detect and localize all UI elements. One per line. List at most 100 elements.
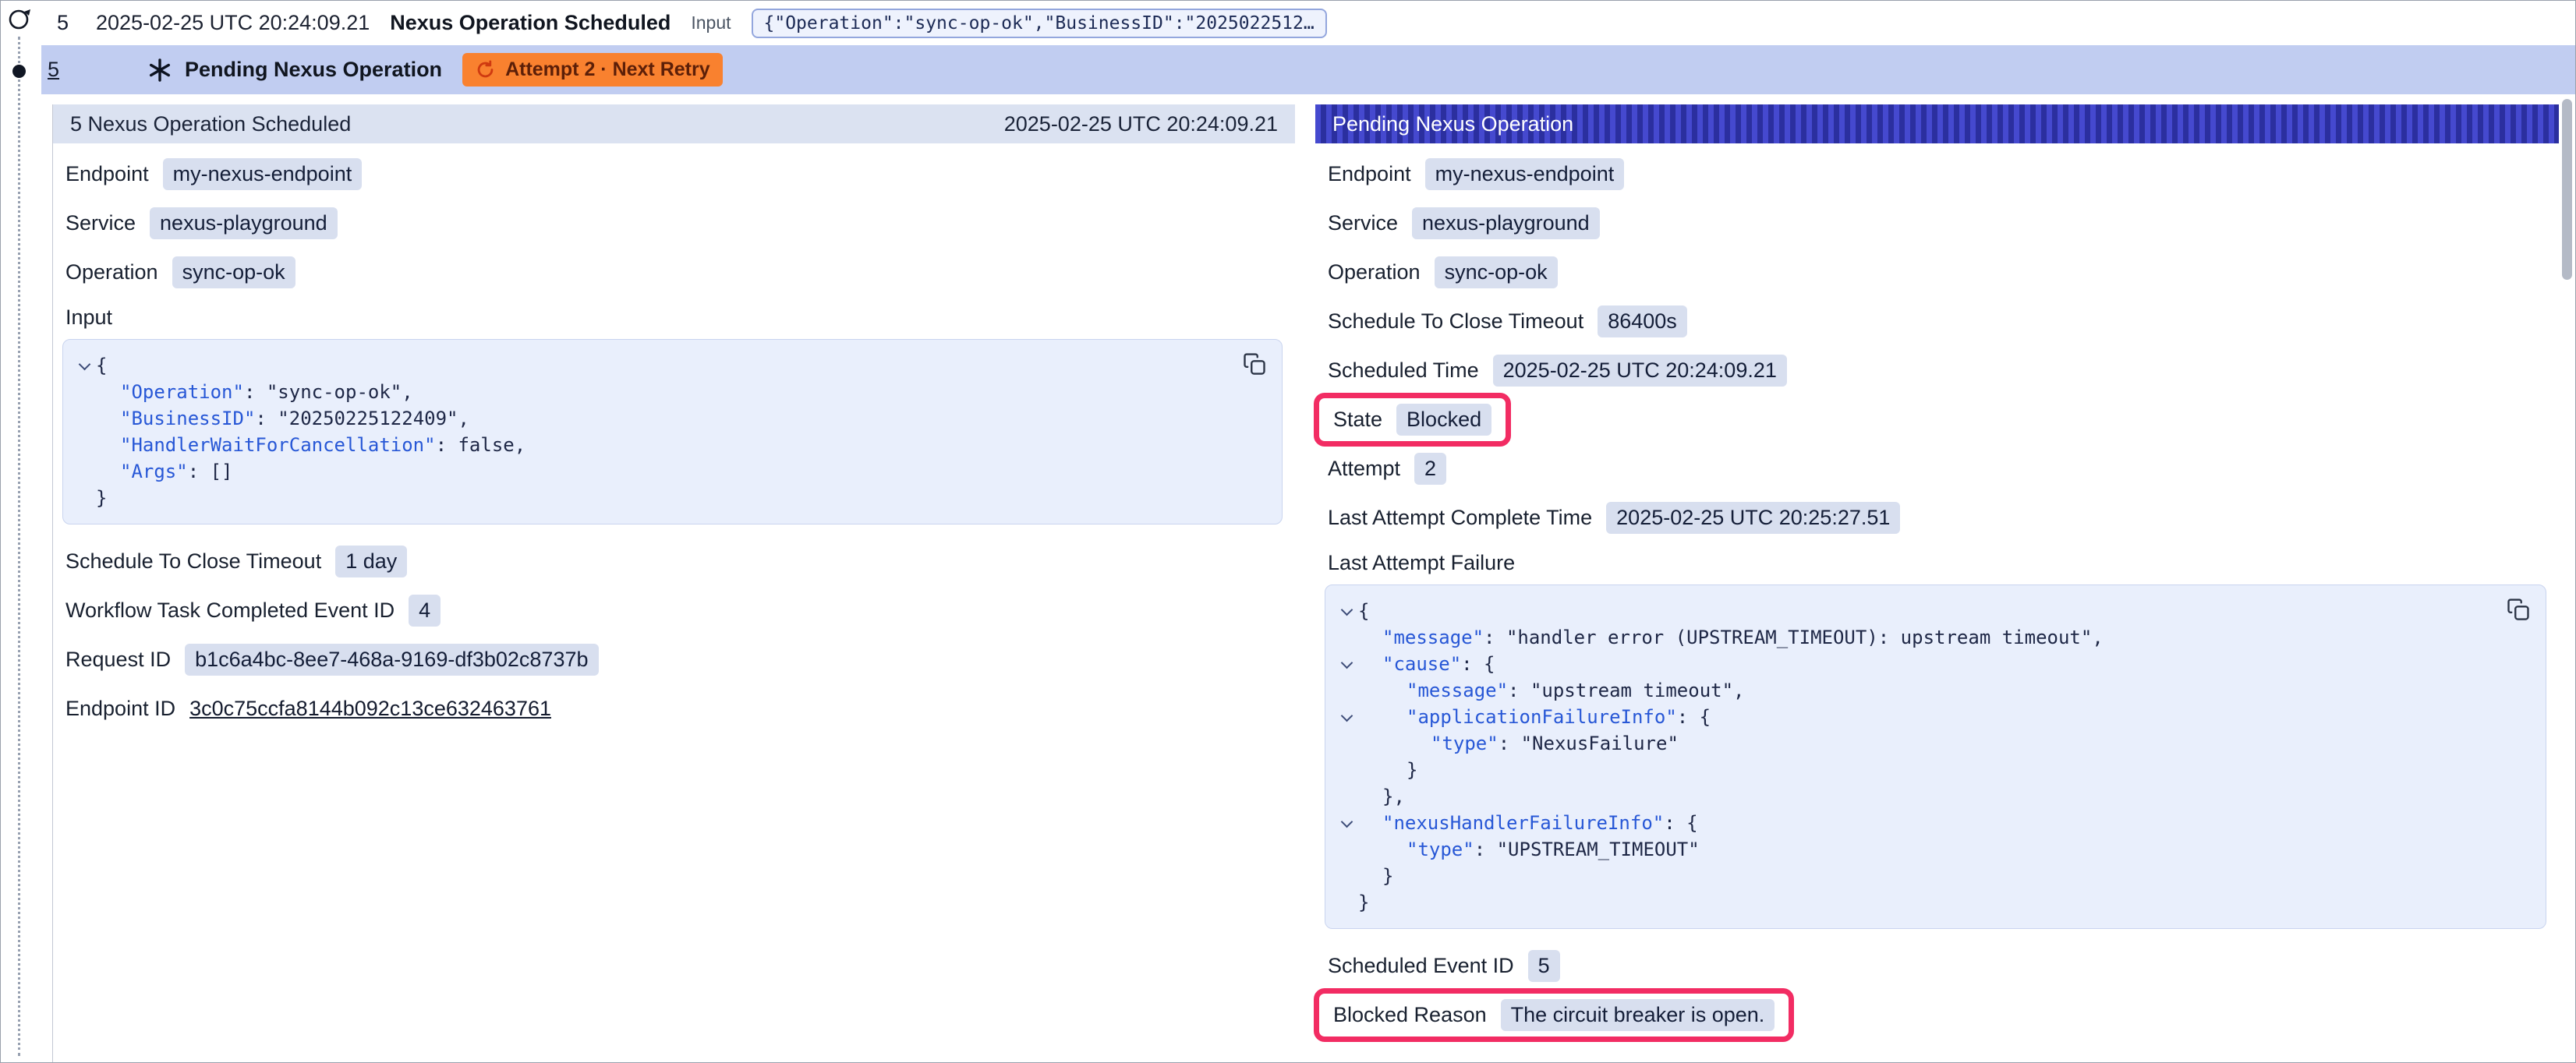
event-name: Nexus Operation Scheduled: [390, 11, 671, 35]
field-value-chip: 2025-02-25 UTC 20:25:27.51: [1606, 502, 1900, 534]
field-scheduled-time: Scheduled Time 2025-02-25 UTC 20:24:09.2…: [1315, 346, 2559, 395]
field-scheduled-event-id: Scheduled Event ID 5: [1315, 941, 2559, 991]
field-value-chip: sync-op-ok: [172, 256, 295, 288]
code-line: "type": "NexusFailure": [1335, 730, 2496, 757]
event-detail-area: 5 Nexus Operation Scheduled 2025-02-25 U…: [52, 104, 2575, 1063]
code-line: },: [1335, 783, 2496, 810]
pending-panel-body: Endpoint my-nexus-endpoint Service nexus…: [1315, 143, 2559, 1040]
field-endpoint: Endpoint my-nexus-endpoint: [53, 150, 1295, 199]
event-timestamp: 2025-02-25 UTC 20:24:09.21: [96, 11, 370, 35]
code-line: {: [1335, 598, 2496, 624]
copy-icon[interactable]: [1240, 349, 1269, 381]
code-line: "message": "upstream timeout",: [1335, 677, 2496, 704]
temporal-event-details-view: 5 2025-02-25 UTC 20:24:09.21 Nexus Opera…: [0, 0, 2576, 1063]
field-label: Last Attempt Failure: [1328, 551, 1515, 575]
code-line: "message": "handler error (UPSTREAM_TIME…: [1335, 624, 2496, 651]
field-label: Service: [1328, 211, 1398, 235]
scheduled-panel-header: 5 Nexus Operation Scheduled 2025-02-25 U…: [53, 104, 1295, 143]
blocked-reason-highlight-annotation: Blocked Reason The circuit breaker is op…: [1314, 988, 1794, 1042]
field-value-chip: nexus-playground: [1412, 207, 1600, 239]
field-label: Workflow Task Completed Event ID: [65, 599, 395, 623]
code-line: "applicationFailureInfo": {: [1335, 704, 2496, 730]
field-operation: Operation sync-op-ok: [1315, 248, 2559, 297]
field-operation: Operation sync-op-ok: [53, 248, 1295, 297]
field-label: Endpoint ID: [65, 697, 175, 721]
pending-event-name: Pending Nexus Operation: [185, 58, 442, 82]
field-value-chip: nexus-playground: [150, 207, 338, 239]
field-value-chip: sync-op-ok: [1435, 256, 1558, 288]
field-label: Operation: [65, 260, 158, 284]
field-last-attempt-complete-time: Last Attempt Complete Time 2025-02-25 UT…: [1315, 493, 2559, 542]
field-service: Service nexus-playground: [53, 199, 1295, 248]
field-endpoint-id: Endpoint ID 3c0c75ccfa8144b092c13ce63246…: [53, 684, 1295, 733]
workflow-start-icon: [6, 6, 34, 34]
code-line: {: [73, 352, 1232, 379]
field-service: Service nexus-playground: [1315, 199, 2559, 248]
panel-title: Pending Nexus Operation: [1332, 112, 1573, 136]
field-label: Scheduled Event ID: [1328, 954, 1514, 978]
code-line: "cause": {: [1335, 651, 2496, 677]
field-label: Schedule To Close Timeout: [65, 549, 321, 574]
field-label: Endpoint: [65, 162, 149, 186]
field-label: Scheduled Time: [1328, 358, 1479, 383]
field-schedule-to-close-timeout: Schedule To Close Timeout 86400s: [1315, 297, 2559, 346]
retry-icon: [475, 59, 496, 80]
field-request-id: Request ID b1c6a4bc-8ee7-468a-9169-df3b0…: [53, 635, 1295, 684]
collapse-caret-icon[interactable]: [1335, 609, 1358, 614]
pending-operation-panel: Pending Nexus Operation Endpoint my-nexu…: [1315, 104, 2559, 1040]
code-line: }: [73, 485, 1232, 511]
field-schedule-to-close-timeout: Schedule To Close Timeout 1 day: [53, 537, 1295, 586]
retry-badge: Attempt 2 · Next Retry: [462, 53, 723, 87]
state-value-chip: Blocked: [1396, 404, 1491, 436]
field-label: Schedule To Close Timeout: [1328, 309, 1583, 334]
field-label: Service: [65, 211, 136, 235]
scrollbar-thumb[interactable]: [2562, 99, 2572, 280]
panel-title: 5 Nexus Operation Scheduled: [70, 112, 351, 136]
field-label: Request ID: [65, 648, 171, 672]
main-content: 5 2025-02-25 UTC 20:24:09.21 Nexus Opera…: [41, 1, 2575, 1063]
pending-panel-header: Pending Nexus Operation: [1315, 104, 2559, 143]
input-preview-pill[interactable]: {"Operation":"sync-op-ok","BusinessID":"…: [752, 9, 1327, 38]
field-value-chip: 1 day: [335, 546, 407, 577]
field-value-chip: b1c6a4bc-8ee7-468a-9169-df3b02c8737b: [185, 644, 598, 676]
field-label: Attempt: [1328, 457, 1400, 481]
panel-timestamp: 2025-02-25 UTC 20:24:09.21: [1004, 112, 1278, 136]
code-line: "type": "UPSTREAM_TIMEOUT": [1335, 836, 2496, 863]
field-input: Input: [53, 297, 1295, 337]
code-line: "Args": []: [73, 458, 1232, 485]
collapse-caret-icon[interactable]: [73, 363, 96, 369]
code-line: "BusinessID": "20250225122409",: [73, 405, 1232, 432]
retry-badge-label: Attempt 2 · Next Retry: [505, 58, 710, 81]
code-line: }: [1335, 757, 2496, 783]
event-dot-icon: [12, 65, 26, 78]
field-value-chip: my-nexus-endpoint: [163, 158, 363, 190]
pending-event-id-link[interactable]: 5: [48, 58, 66, 82]
field-workflow-task-completed-event-id: Workflow Task Completed Event ID 4: [53, 586, 1295, 635]
pending-asterisk-icon: [147, 58, 172, 83]
collapse-caret-icon[interactable]: [1335, 715, 1358, 720]
field-state: State Blocked: [1315, 395, 2559, 444]
event-row-pending-nexus-operation[interactable]: 5 Pending Nexus Operation Attempt 2 · Ne…: [41, 45, 2575, 94]
input-json-lines: {"Operation": "sync-op-ok","BusinessID":…: [73, 352, 1232, 511]
event-timeline-gutter: [1, 1, 41, 1062]
timeline-dotted-line: [18, 37, 20, 1056]
code-line: "nexusHandlerFailureInfo": {: [1335, 810, 2496, 836]
scheduled-event-panel: 5 Nexus Operation Scheduled 2025-02-25 U…: [53, 104, 1295, 733]
collapse-caret-icon[interactable]: [1335, 821, 1358, 826]
endpoint-id-link[interactable]: 3c0c75ccfa8144b092c13ce632463761: [189, 697, 551, 721]
code-line: "HandlerWaitForCancellation": false,: [73, 432, 1232, 458]
field-value-chip: my-nexus-endpoint: [1425, 158, 1625, 190]
field-blocked-reason: Blocked Reason The circuit breaker is op…: [1315, 991, 2559, 1040]
failure-json-lines: {"message": "handler error (UPSTREAM_TIM…: [1335, 598, 2496, 916]
code-line: }: [1335, 863, 2496, 889]
copy-icon[interactable]: [2503, 595, 2533, 627]
field-label: State: [1333, 408, 1382, 432]
failure-json-viewer: {"message": "handler error (UPSTREAM_TIM…: [1325, 584, 2546, 929]
field-label: Endpoint: [1328, 162, 1411, 186]
collapse-caret-icon[interactable]: [1335, 662, 1358, 667]
field-value-chip: 2: [1414, 453, 1446, 485]
code-line: "Operation": "sync-op-ok",: [73, 379, 1232, 405]
field-attempt: Attempt 2: [1315, 444, 2559, 493]
event-row-nexus-operation-scheduled[interactable]: 5 2025-02-25 UTC 20:24:09.21 Nexus Opera…: [41, 1, 2575, 45]
field-value-chip: 4: [409, 595, 441, 627]
